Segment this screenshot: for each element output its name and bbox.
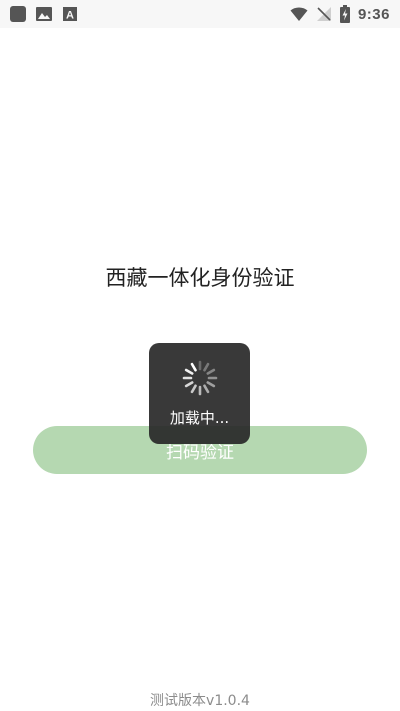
status-bar: A 9:36 [0,0,400,28]
page-title: 西藏一体化身份验证 [105,266,295,290]
spinner-spoke [203,362,210,372]
loading-spinner-icon [182,360,218,396]
wifi-icon [290,7,308,21]
status-left-icons: A [10,5,78,23]
spinner-spoke [206,381,216,388]
spinner-spoke [184,381,194,388]
image-icon [36,7,52,21]
spinner-spoke [203,384,210,394]
app-square-icon [10,6,26,22]
loading-toast: 加载中... [149,343,250,444]
spinner-spoke [190,362,197,372]
spinner-spoke [184,368,194,375]
a-badge-icon: A [63,7,77,22]
spinner-spoke [206,368,216,375]
version-label: 测试版本v1.0.4 [150,693,250,709]
status-time: 9:36 [357,5,390,23]
loading-text: 加载中... [169,409,230,427]
spinner-spoke [190,384,197,394]
battery-charging-icon [339,5,350,23]
svg-text:A: A [66,10,74,22]
no-signal-icon [316,7,331,21]
status-right-icons: 9:36 [290,4,390,24]
